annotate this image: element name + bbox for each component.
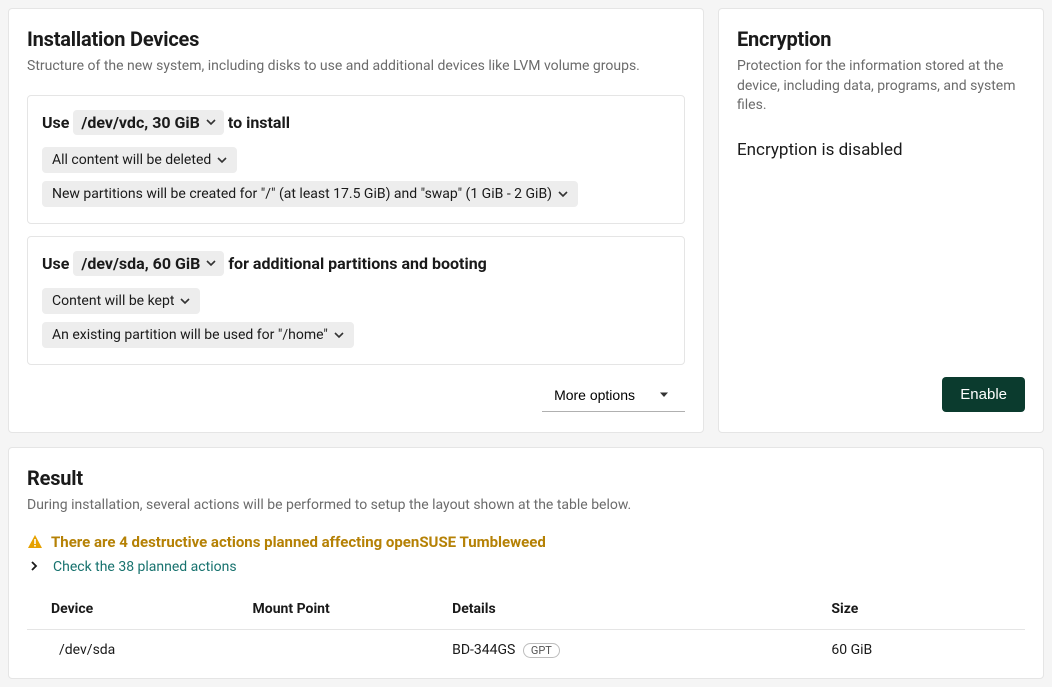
encryption-desc: Protection for the information stored at…: [737, 57, 1025, 116]
table-header-row: Device Mount Point Details Size: [27, 593, 1025, 630]
device-box: Use /dev/sda, 60 GiB for additional part…: [27, 236, 685, 365]
check-actions-link[interactable]: Check the 38 planned actions: [53, 559, 237, 575]
result-title: Result: [27, 466, 1025, 490]
chevron-down-icon: [206, 258, 216, 268]
device-selector[interactable]: /dev/sda, 60 GiB: [73, 251, 224, 276]
device-box: Use /dev/vdc, 30 GiB to install All cont…: [27, 95, 685, 224]
device-header: Use /dev/vdc, 30 GiB to install: [42, 110, 670, 135]
chevron-down-icon: [334, 330, 344, 340]
use-label: Use: [42, 254, 69, 273]
chevron-down-icon: [217, 155, 227, 165]
more-options-button[interactable]: More options: [542, 379, 685, 412]
device-selector[interactable]: /dev/vdc, 30 GiB: [73, 110, 223, 135]
table-row: /dev/sda BD-344GS GPT 60 GiB: [27, 630, 1025, 659]
warning-icon: [27, 534, 43, 550]
chevron-down-icon: [180, 296, 190, 306]
col-mount: Mount Point: [247, 593, 447, 630]
installation-devices-card: Installation Devices Structure of the ne…: [8, 8, 704, 433]
encryption-card: Encryption Protection for the informatio…: [718, 8, 1044, 433]
chevron-down-icon: [558, 189, 568, 199]
col-device: Device: [27, 593, 247, 630]
encryption-title: Encryption: [737, 27, 1025, 51]
cell-mount: [247, 630, 447, 659]
device-name: /dev/sda, 60 GiB: [81, 254, 200, 273]
chevron-down-icon: [206, 117, 216, 127]
cell-size: 60 GiB: [825, 630, 1025, 659]
device-suffix: to install: [228, 113, 290, 132]
cell-details: BD-344GS GPT: [446, 630, 825, 659]
device-header: Use /dev/sda, 60 GiB for additional part…: [42, 251, 670, 276]
chevron-right-icon: [27, 559, 41, 575]
device-name: /dev/vdc, 30 GiB: [81, 113, 199, 132]
result-card: Result During installation, several acti…: [8, 447, 1044, 680]
encryption-status: Encryption is disabled: [737, 140, 1025, 160]
result-table: Device Mount Point Details Size /dev/sda…: [27, 593, 1025, 658]
check-actions-row[interactable]: Check the 38 planned actions: [27, 559, 1025, 575]
content-policy-chip[interactable]: All content will be deleted: [42, 147, 237, 173]
device-suffix: for additional partitions and booting: [228, 254, 486, 273]
caret-down-icon: [659, 387, 669, 403]
enable-button[interactable]: Enable: [942, 377, 1025, 412]
destructive-warning: There are 4 destructive actions planned …: [27, 533, 1025, 551]
installation-title: Installation Devices: [27, 27, 685, 51]
installation-desc: Structure of the new system, including d…: [27, 57, 685, 77]
partition-table-badge: GPT: [523, 643, 560, 658]
content-policy-chip[interactable]: Content will be kept: [42, 288, 200, 314]
use-label: Use: [42, 113, 69, 132]
cell-device: /dev/sda: [27, 630, 247, 659]
partition-plan-chip[interactable]: New partitions will be created for "/" (…: [42, 181, 578, 207]
result-desc: During installation, several actions wil…: [27, 496, 1025, 516]
partition-plan-chip[interactable]: An existing partition will be used for "…: [42, 322, 354, 348]
col-size: Size: [825, 593, 1025, 630]
col-details: Details: [446, 593, 825, 630]
